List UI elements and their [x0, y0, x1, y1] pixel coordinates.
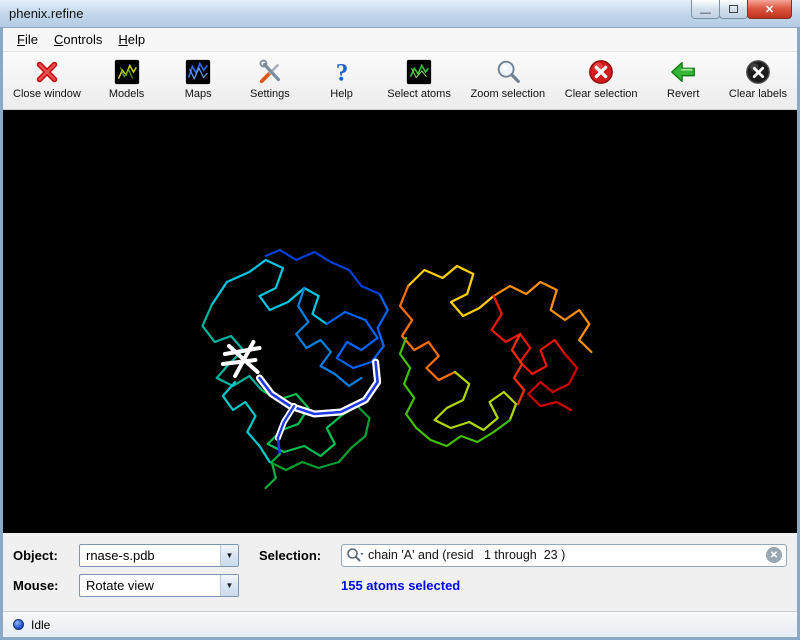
select-atoms-icon: [404, 57, 434, 87]
revert-icon: [668, 57, 698, 87]
minimize-icon: —: [700, 7, 711, 19]
toolbar-label: Maps: [185, 88, 212, 100]
toolbar-revert[interactable]: Revert: [655, 56, 711, 101]
object-label: Object:: [13, 548, 79, 563]
window-controls: — ✕: [692, 0, 792, 19]
zoom-selection-icon: [493, 57, 523, 87]
menu-help[interactable]: Help: [110, 29, 153, 50]
toolbar-label: Settings: [250, 88, 290, 100]
toolbar-label: Clear labels: [729, 88, 787, 100]
help-icon: ?: [327, 57, 357, 87]
chevron-down-icon: ▼: [220, 545, 238, 566]
toolbar-settings[interactable]: Settings: [242, 56, 298, 101]
close-button[interactable]: ✕: [747, 0, 792, 19]
molecule-render: [3, 110, 797, 533]
toolbar-label: Clear selection: [565, 88, 638, 100]
menu-controls[interactable]: Controls: [46, 29, 110, 50]
statusbar: Idle: [3, 611, 797, 637]
status-dot-icon: [13, 619, 24, 630]
toolbar: Close window Models Maps Settings ? Help: [3, 52, 797, 110]
maximize-icon: [729, 5, 738, 13]
phenix-refine-window: phenix.refine — ✕ File Controls Help Clo…: [0, 0, 800, 640]
mouse-dropdown-value: Rotate view: [80, 578, 220, 593]
chevron-down-icon: ▼: [220, 575, 238, 596]
settings-icon: [255, 57, 285, 87]
clear-selection-icon: [586, 57, 616, 87]
mouse-dropdown[interactable]: Rotate view ▼: [79, 574, 239, 597]
toolbar-label: Revert: [667, 88, 699, 100]
status-text: Idle: [31, 618, 50, 632]
toolbar-select-atoms[interactable]: Select atoms: [385, 56, 453, 101]
selection-input[interactable]: chain 'A' and (resid 1 through 23 ) ✕: [341, 544, 787, 567]
maximize-button[interactable]: [719, 0, 748, 19]
atoms-selected-text: 155 atoms selected: [341, 578, 460, 593]
menu-file[interactable]: File: [9, 29, 46, 50]
mouse-label: Mouse:: [13, 578, 79, 593]
search-icon: [346, 547, 368, 563]
toolbar-clear-labels[interactable]: Clear labels: [727, 56, 789, 101]
mouse-row: Mouse: Rotate view ▼ 155 atoms selected: [13, 570, 787, 600]
selection-label: Selection:: [259, 548, 341, 563]
object-dropdown-value: rnase-s.pdb: [80, 548, 220, 563]
object-row: Object: rnase-s.pdb ▼ Selection: chain '…: [13, 540, 787, 570]
models-icon: [112, 57, 142, 87]
maps-icon: [183, 57, 213, 87]
toolbar-zoom-selection[interactable]: Zoom selection: [469, 56, 548, 101]
molecule-viewport[interactable]: [3, 110, 797, 533]
menubar: File Controls Help: [3, 28, 797, 52]
toolbar-label: Close window: [13, 88, 81, 100]
window-title: phenix.refine: [9, 6, 83, 21]
selection-value[interactable]: chain 'A' and (resid 1 through 23 ): [368, 548, 766, 562]
toolbar-clear-selection[interactable]: Clear selection: [563, 56, 640, 101]
minimize-button[interactable]: —: [691, 0, 720, 19]
close-icon: ✕: [765, 3, 774, 16]
close-window-icon: [32, 57, 62, 87]
toolbar-label: Models: [109, 88, 144, 100]
toolbar-help[interactable]: ? Help: [314, 56, 370, 101]
toolbar-maps[interactable]: Maps: [170, 56, 226, 101]
toolbar-models[interactable]: Models: [99, 56, 155, 101]
titlebar[interactable]: phenix.refine — ✕: [0, 0, 800, 28]
clear-selection-field-icon[interactable]: ✕: [766, 547, 782, 563]
toolbar-close-window[interactable]: Close window: [11, 56, 83, 101]
clear-labels-icon: [743, 57, 773, 87]
toolbar-label: Select atoms: [387, 88, 451, 100]
toolbar-label: Zoom selection: [471, 88, 546, 100]
object-dropdown[interactable]: rnase-s.pdb ▼: [79, 544, 239, 567]
control-panel: Object: rnase-s.pdb ▼ Selection: chain '…: [3, 533, 797, 611]
svg-text:?: ?: [335, 59, 348, 86]
toolbar-label: Help: [330, 88, 353, 100]
